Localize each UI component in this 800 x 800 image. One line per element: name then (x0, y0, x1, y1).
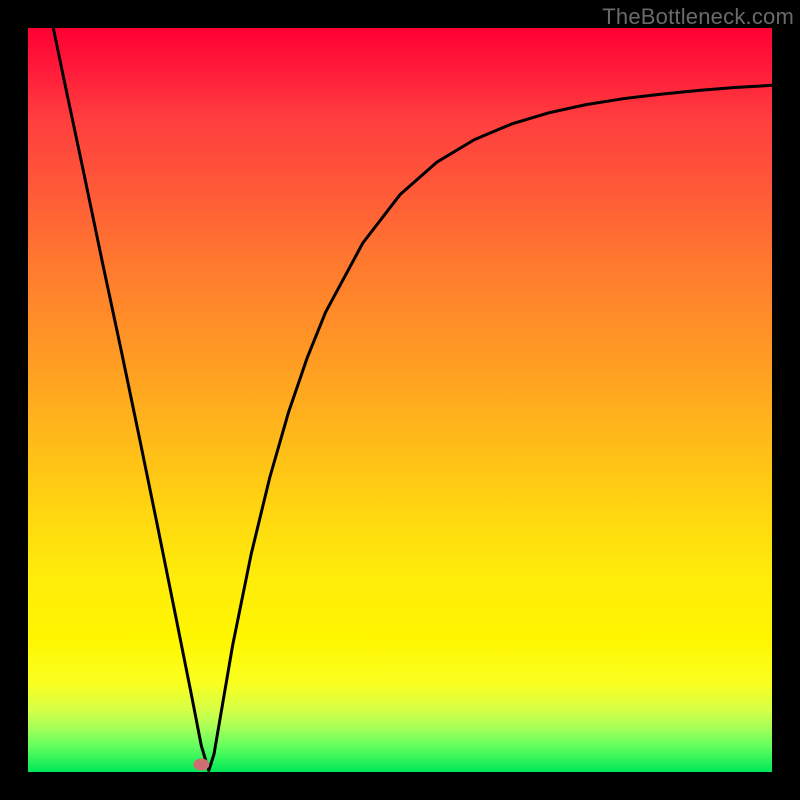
chart-stage: TheBottleneck.com (0, 0, 800, 800)
plot-area (28, 28, 772, 772)
curve-layer (28, 28, 772, 772)
min-marker (193, 759, 209, 771)
bottleneck-curve (53, 28, 772, 771)
watermark-text: TheBottleneck.com (602, 4, 794, 30)
